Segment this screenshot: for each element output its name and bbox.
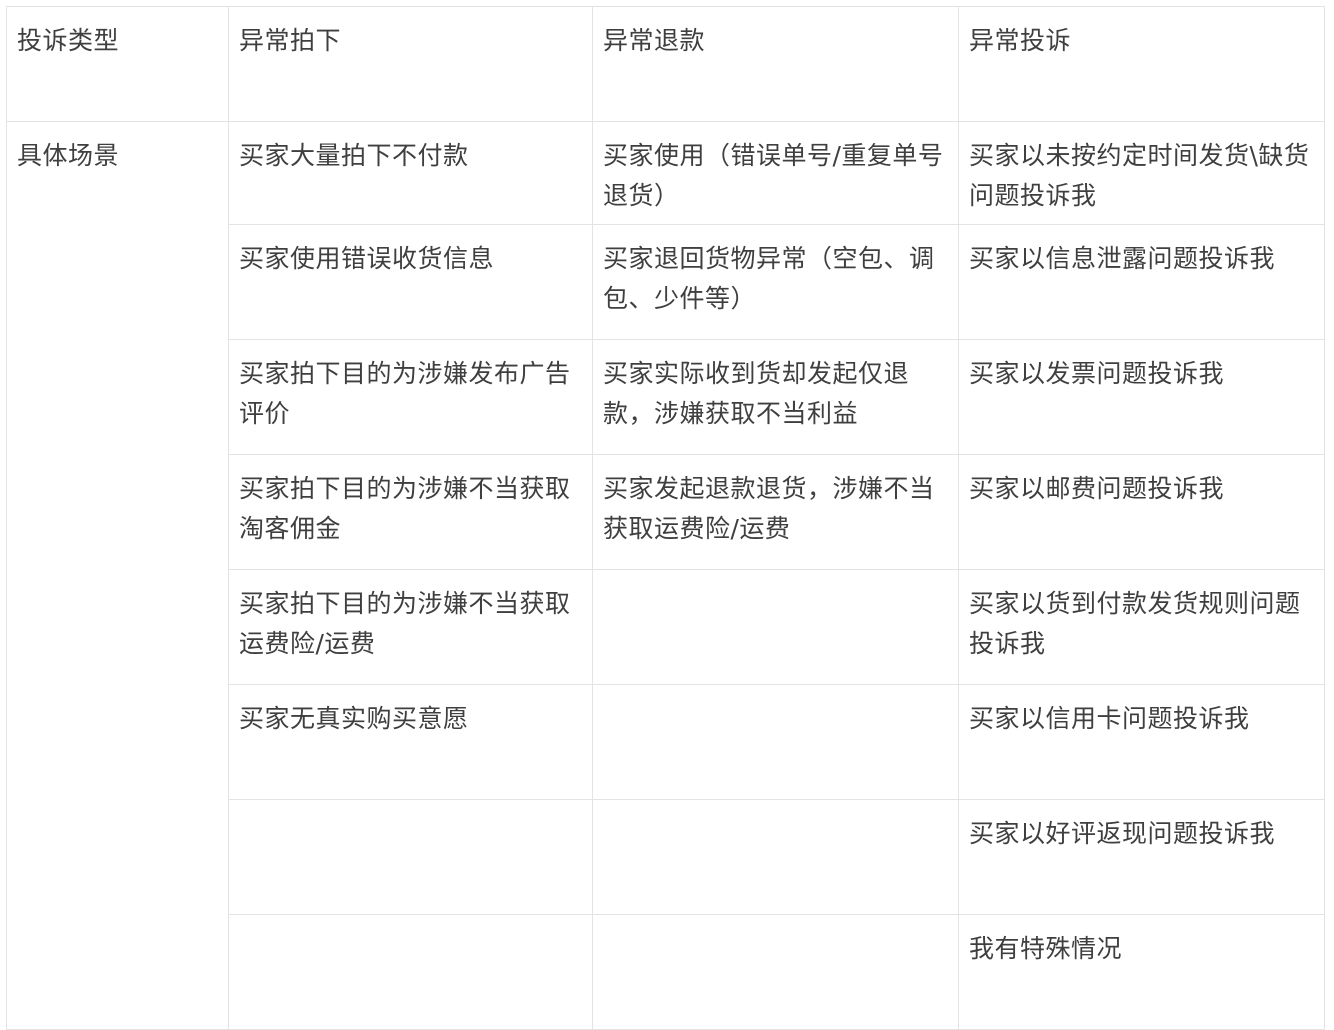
table-cell: 我有特殊情况 (958, 914, 1325, 1030)
table-cell: 买家以信用卡问题投诉我 (958, 684, 1325, 800)
table-cell: 买家以未按约定时间发货\缺货问题投诉我 (958, 121, 1325, 225)
table-cell: 买家无真实购买意愿 (228, 684, 593, 800)
header-abnormal-order: 异常拍下 (228, 6, 593, 122)
table-cell: 买家以信息泄露问题投诉我 (958, 224, 1325, 340)
table-cell: 买家使用错误收货信息 (228, 224, 593, 340)
table-cell (592, 799, 959, 915)
table-cell (592, 569, 959, 685)
table-cell: 买家拍下目的为涉嫌不当获取运费险/运费 (228, 569, 593, 685)
table-cell: 买家实际收到货却发起仅退款，涉嫌获取不当利益 (592, 339, 959, 455)
table-cell (228, 914, 593, 1030)
table-row: 具体场景 买家大量拍下不付款 买家使用（错误单号/重复单号退货） 买家以未按约定… (6, 121, 1325, 1030)
header-abnormal-complaint: 异常投诉 (958, 6, 1325, 122)
table-cell: 买家大量拍下不付款 (228, 121, 593, 225)
table-cell: 买家以货到付款发货规则问题投诉我 (958, 569, 1325, 685)
table-cell: 买家拍下目的为涉嫌不当获取淘客佣金 (228, 454, 593, 570)
complaint-table-container: 投诉类型 异常拍下 异常退款 异常投诉 具体场景 买家大量拍下不付款 买家使用（… (6, 6, 1325, 1030)
table-cell: 买家以邮费问题投诉我 (958, 454, 1325, 570)
header-complaint-type: 投诉类型 (6, 6, 229, 122)
row-label-specific-scenario: 具体场景 (6, 121, 229, 1030)
table-cell (228, 799, 593, 915)
table-cell: 买家拍下目的为涉嫌发布广告评价 (228, 339, 593, 455)
header-abnormal-refund: 异常退款 (592, 6, 959, 122)
table-cell (592, 684, 959, 800)
table-cell: 买家以好评返现问题投诉我 (958, 799, 1325, 915)
table-cell (592, 914, 959, 1030)
table-cell: 买家以发票问题投诉我 (958, 339, 1325, 455)
table-cell: 买家使用（错误单号/重复单号退货） (592, 121, 959, 225)
complaint-type-table: 投诉类型 异常拍下 异常退款 异常投诉 具体场景 买家大量拍下不付款 买家使用（… (6, 6, 1325, 1030)
table-cell: 买家发起退款退货，涉嫌不当获取运费险/运费 (592, 454, 959, 570)
table-cell: 买家退回货物异常（空包、调包、少件等） (592, 224, 959, 340)
table-header-row: 投诉类型 异常拍下 异常退款 异常投诉 (6, 6, 1325, 122)
